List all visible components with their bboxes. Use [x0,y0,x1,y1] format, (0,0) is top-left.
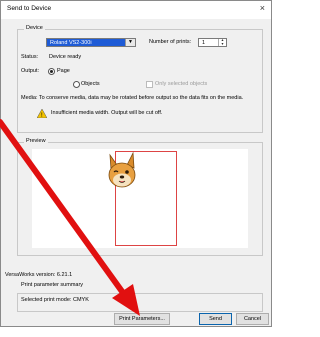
print-parameters-button[interactable]: Print Parameters... [114,313,170,325]
send-button[interactable]: Send [199,313,232,325]
copies-label: Number of prints: [149,39,192,45]
preview-group-label: Preview [24,138,48,144]
output-label: Output: [21,68,40,74]
only-selected-label: Only selected objects [155,81,208,87]
printer-select[interactable]: Roland VS2-300i ▼ [46,38,136,47]
copies-value: 1 [202,40,206,46]
only-selected-checkbox[interactable] [146,81,153,88]
dog-preview-image [108,151,136,188]
summary-title: Print parameter summary [21,282,84,288]
status-value: Device ready [49,54,82,60]
copies-spinner[interactable]: 1 ▲ ▼ [198,38,227,47]
dropdown-icon[interactable]: ▼ [125,39,135,46]
title-bar: Send to Device × [1,1,271,19]
warning-icon: ! [37,109,47,118]
version-text: VersaWorks version: 6.21.1 [5,272,73,278]
warning-text: Insufficient media width. Output will be… [51,110,163,116]
close-icon[interactable]: × [260,3,265,13]
cancel-button[interactable]: Cancel [236,313,269,325]
output-page-label: Page [57,68,70,74]
output-page-radio[interactable] [48,68,55,75]
media-message: Media: To conserve media, data may be ro… [21,95,244,101]
print-mode-text: Selected print mode: CMYK [21,297,89,303]
output-objects-radio[interactable] [73,81,80,88]
send-to-device-dialog: Send to Device × Device Roland VS2-300i … [0,0,272,327]
window-title: Send to Device [7,5,52,12]
printer-select-value: Roland VS2-300i [50,40,92,46]
spinner-icon[interactable]: ▲ ▼ [218,38,226,46]
status-label: Status: [21,54,39,60]
device-group-label: Device [24,25,45,31]
output-objects-label: Objects [81,81,100,87]
